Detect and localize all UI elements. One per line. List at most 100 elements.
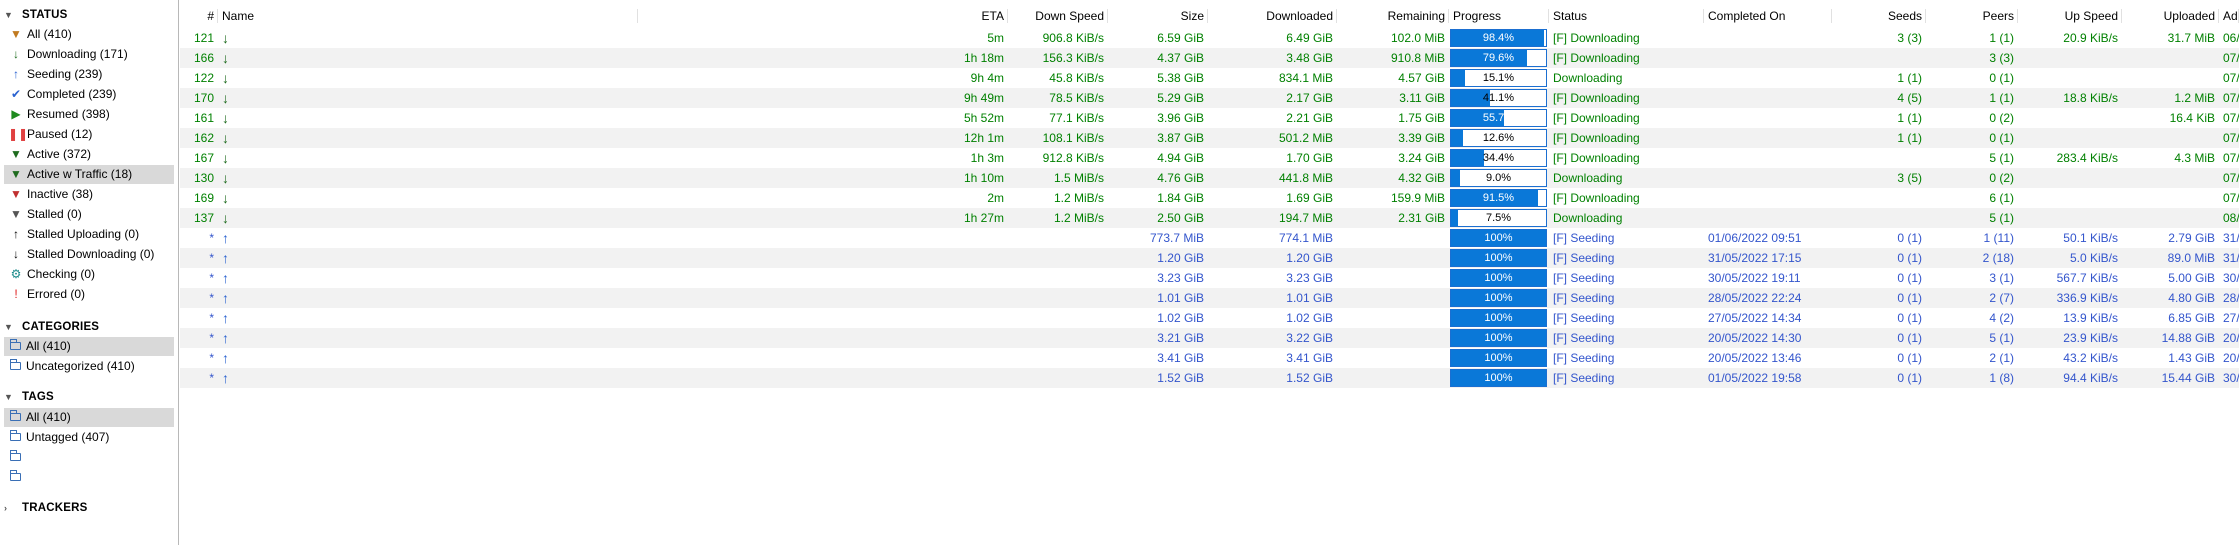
column-header-downloaded[interactable]: Downloaded (1208, 7, 1337, 25)
cell-remaining: 102.0 MiB (1390, 31, 1445, 45)
cell-num: 170 (193, 91, 214, 105)
status-filter-item[interactable]: ✔ Completed (239) (4, 85, 174, 104)
cell-up-speed: 18.8 KiB/s (2063, 91, 2118, 105)
table-row[interactable]: 130 ↓ 1h 10m 1.5 MiB/s 4.76 GiB 441.8 MiB 4.32… (180, 168, 2239, 188)
status-filter-label: Checking (0) (27, 267, 96, 282)
cell-completed-on: 01/06/2022 09:51 (1708, 231, 1802, 245)
column-header-down-speed[interactable]: Down Speed (1008, 7, 1108, 25)
table-row[interactable]: 121 ↓ 5m 906.8 KiB/s 6.59 GiB 6.49 GiB 102.0 M… (180, 28, 2239, 48)
cell-up-speed (2018, 48, 2122, 68)
table-row[interactable]: * ↑ 3.41 GiB 3.41 GiB [F] Seeding 20/05/2022 … (180, 348, 2239, 368)
column-header-status[interactable]: Status (1549, 7, 1704, 25)
progress-bar: 91.5% (1450, 189, 1547, 207)
column-header-name[interactable]: Name (218, 7, 638, 25)
column-header-num[interactable]: # (180, 7, 218, 25)
status-filter-item[interactable]: ↑ Seeding (239) (4, 65, 174, 84)
cell-size: 1.02 GiB (1157, 311, 1204, 325)
cell-downloaded: 501.2 MiB (1278, 131, 1333, 145)
cell-uploaded (2122, 68, 2219, 88)
progress-label: 100% (1484, 332, 1513, 344)
table-row[interactable]: 122 ↓ 9h 4m 45.8 KiB/s 5.38 GiB 834.1 MiB 4.57… (180, 68, 2239, 88)
status-filter-item[interactable]: ↓ Downloading (171) (4, 45, 174, 64)
status-filter-item[interactable]: ▼ Stalled (0) (4, 205, 174, 224)
table-row[interactable]: * ↑ 1.01 GiB 1.01 GiB [F] Seeding 28/05/2022 … (180, 288, 2239, 308)
cell-uploaded: 1.2 MiB (2174, 91, 2215, 105)
table-row[interactable]: * ↑ 773.7 MiB 774.1 MiB [F] Seeding 01/06/202… (180, 228, 2239, 248)
filter-icon: ▼ (10, 187, 22, 202)
trackers-section-header[interactable]: › TRACKERS (4, 499, 88, 517)
categories-section-header[interactable]: ▼ CATEGORIES (4, 318, 99, 336)
status-filter-item[interactable]: ▶ Resumed (398) (4, 105, 174, 124)
tag-item-unnamed-2[interactable] (4, 468, 174, 487)
column-header-completed-on[interactable]: Completed On (1704, 7, 1832, 25)
status-filter-item[interactable]: ! Errored (0) (4, 285, 174, 304)
table-row[interactable]: * ↑ 1.52 GiB 1.52 GiB [F] Seeding 01/05/2022 … (180, 368, 2239, 388)
cell-name: ↓ (218, 168, 638, 188)
category-item-uncategorized[interactable]: Uncategorized (410) (4, 357, 174, 376)
table-row[interactable]: * ↑ 3.23 GiB 3.23 GiB [F] Seeding 30/05/2022 … (180, 268, 2239, 288)
cell-name: ↑ (218, 348, 638, 368)
status-filter-label: Active w Traffic (18) (27, 167, 133, 182)
table-row[interactable]: * ↑ 1.02 GiB 1.02 GiB [F] Seeding 27/05/2022 … (180, 308, 2239, 328)
status-filter-item[interactable]: ↑ Stalled Uploading (0) (4, 225, 174, 244)
cell-downloaded: 1.69 GiB (1286, 191, 1333, 205)
status-filter-item[interactable]: ⚙ Checking (0) (4, 265, 174, 284)
column-header-up-speed[interactable]: Up Speed (2018, 7, 2122, 25)
cell-eta: 1h 10m (963, 171, 1004, 185)
tags-section-header[interactable]: ▼ TAGS (4, 388, 54, 406)
cell-remaining (1337, 368, 1449, 388)
column-header-seeds[interactable]: Seeds (1832, 7, 1926, 25)
cell-downloaded: 3.48 GiB (1286, 51, 1333, 65)
cell-down-speed (1008, 308, 1108, 328)
status-filter-item[interactable]: ▼ Active (372) (4, 145, 174, 164)
table-row[interactable]: 167 ↓ 1h 3m 912.8 KiB/s 4.94 GiB 1.70 GiB 3.24… (180, 148, 2239, 168)
cell-num: 166 (193, 51, 214, 65)
column-header-added-on[interactable]: Added On (2219, 7, 2239, 25)
cell-down-speed (1008, 328, 1108, 348)
status-section-header[interactable]: ▼ STATUS (4, 6, 68, 24)
table-row[interactable]: * ↑ 1.20 GiB 1.20 GiB [F] Seeding 31/05/2022 … (180, 248, 2239, 268)
pause-icon: ❚❚ (8, 127, 29, 142)
cell-completed-on (1704, 108, 1832, 128)
cell-completed-on (1704, 168, 1832, 188)
cell-eta: 5m (987, 31, 1004, 45)
cell-up-speed: 50.1 KiB/s (2063, 231, 2118, 245)
status-section-title: STATUS (22, 9, 68, 21)
column-header-eta[interactable]: ETA (910, 7, 1008, 25)
arrow-down-icon: ↓ (222, 110, 229, 126)
status-filter-item[interactable]: ↓ Stalled Downloading (0) (4, 245, 174, 264)
arrow-up-icon: ↑ (13, 227, 19, 242)
cell-downloaded: 2.17 GiB (1286, 91, 1333, 105)
table-row[interactable]: 170 ↓ 9h 49m 78.5 KiB/s 5.29 GiB 2.17 GiB 3.11… (180, 88, 2239, 108)
column-header-peers[interactable]: Peers (1926, 7, 2018, 25)
status-filter-item[interactable]: ▼ Inactive (38) (4, 185, 174, 204)
column-header-uploaded[interactable]: Uploaded (2122, 7, 2219, 25)
table-row[interactable]: 161 ↓ 5h 52m 77.1 KiB/s 3.96 GiB 2.21 GiB 1.75… (180, 108, 2239, 128)
cell-up-speed: 336.9 KiB/s (2056, 291, 2118, 305)
category-item-all[interactable]: All (410) (4, 337, 174, 356)
table-row[interactable]: 166 ↓ 1h 18m 156.3 KiB/s 4.37 GiB 3.48 GiB 910… (180, 48, 2239, 68)
cell-status: [F] Seeding (1553, 251, 1615, 265)
cell-uploaded: 2.79 GiB (2168, 231, 2215, 245)
table-row[interactable]: 162 ↓ 12h 1m 108.1 KiB/s 3.87 GiB 501.2 MiB 3.… (180, 128, 2239, 148)
status-filter-item[interactable]: ❚❚Paused (12) (4, 125, 174, 144)
progress-bar: 100% (1450, 309, 1547, 327)
cell-seeds: 0 (1) (1897, 251, 1922, 265)
cell-eta: 1h 3m (970, 151, 1004, 165)
table-row[interactable]: 137 ↓ 1h 27m 1.2 MiB/s 2.50 GiB 194.7 MiB 2.31… (180, 208, 2239, 228)
table-row[interactable]: * ↑ 3.21 GiB 3.22 GiB [F] Seeding 20/05/2022 … (180, 328, 2239, 348)
tag-item-unnamed-1[interactable] (4, 448, 174, 467)
status-filter-item[interactable]: ▼ Active w Traffic (18) (4, 165, 174, 185)
cell-peers: 0 (1) (1989, 71, 2014, 85)
table-row[interactable]: 169 ↓ 2m 1.2 MiB/s 1.84 GiB 1.69 GiB 159.9 MiB… (180, 188, 2239, 208)
cell-uploaded: 4.3 MiB (2174, 151, 2215, 165)
cell-name: ↓ (218, 188, 638, 208)
column-header-remaining[interactable]: Remaining (1337, 7, 1449, 25)
progress-label: 100% (1484, 372, 1513, 384)
cell-uploaded: 31.7 MiB (2167, 31, 2215, 45)
status-filter-item[interactable]: ▼ All (410) (4, 25, 174, 44)
column-header-progress[interactable]: Progress (1449, 7, 1549, 25)
tag-item-untagged[interactable]: Untagged (407) (4, 428, 174, 447)
column-header-size[interactable]: Size (1108, 7, 1208, 25)
tag-item-all[interactable]: All (410) (4, 408, 174, 427)
